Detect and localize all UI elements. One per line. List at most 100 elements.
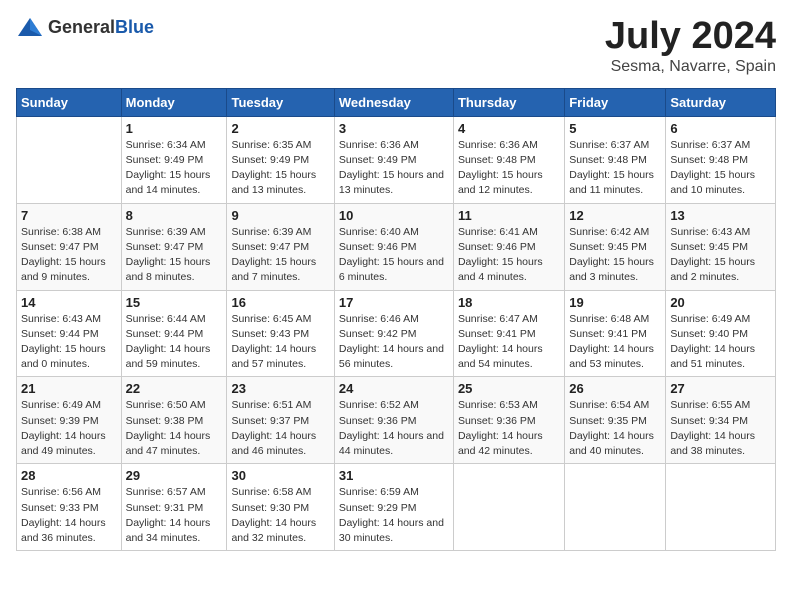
calendar-cell: [565, 464, 666, 551]
day-info: Sunrise: 6:55 AMSunset: 9:34 PMDaylight:…: [670, 398, 771, 459]
calendar-cell: 13 Sunrise: 6:43 AMSunset: 9:45 PMDayligh…: [666, 203, 776, 290]
logo-icon: [16, 16, 44, 38]
day-number: 4: [458, 121, 560, 136]
calendar-cell: 24 Sunrise: 6:52 AMSunset: 9:36 PMDayligh…: [334, 377, 453, 464]
day-info: Sunrise: 6:42 AMSunset: 9:45 PMDaylight:…: [569, 225, 661, 286]
day-number: 23: [231, 381, 329, 396]
calendar-cell: 14 Sunrise: 6:43 AMSunset: 9:44 PMDayligh…: [17, 290, 122, 377]
calendar-cell: 5 Sunrise: 6:37 AMSunset: 9:48 PMDaylight…: [565, 116, 666, 203]
calendar-cell: 28 Sunrise: 6:56 AMSunset: 9:33 PMDayligh…: [17, 464, 122, 551]
day-info: Sunrise: 6:51 AMSunset: 9:37 PMDaylight:…: [231, 398, 329, 459]
calendar-cell: [666, 464, 776, 551]
day-info: Sunrise: 6:36 AMSunset: 9:48 PMDaylight:…: [458, 138, 560, 199]
calendar-cell: 29 Sunrise: 6:57 AMSunset: 9:31 PMDayligh…: [121, 464, 227, 551]
day-info: Sunrise: 6:59 AMSunset: 9:29 PMDaylight:…: [339, 485, 449, 546]
calendar-cell: [453, 464, 564, 551]
day-number: 7: [21, 208, 117, 223]
day-info: Sunrise: 6:37 AMSunset: 9:48 PMDaylight:…: [670, 138, 771, 199]
week-row-4: 21 Sunrise: 6:49 AMSunset: 9:39 PMDayligh…: [17, 377, 776, 464]
calendar-cell: 16 Sunrise: 6:45 AMSunset: 9:43 PMDayligh…: [227, 290, 334, 377]
week-row-5: 28 Sunrise: 6:56 AMSunset: 9:33 PMDayligh…: [17, 464, 776, 551]
page-header: GeneralBlue July 2024 Sesma, Navarre, Sp…: [16, 16, 776, 76]
day-info: Sunrise: 6:50 AMSunset: 9:38 PMDaylight:…: [126, 398, 223, 459]
week-row-1: 1Sunrise: 6:34 AMSunset: 9:49 PMDaylight…: [17, 116, 776, 203]
day-info: Sunrise: 6:43 AMSunset: 9:45 PMDaylight:…: [670, 225, 771, 286]
logo-blue-text: Blue: [115, 17, 154, 37]
calendar-cell: 27 Sunrise: 6:55 AMSunset: 9:34 PMDayligh…: [666, 377, 776, 464]
day-info: Sunrise: 6:38 AMSunset: 9:47 PMDaylight:…: [21, 225, 117, 286]
day-number: 16: [231, 295, 329, 310]
day-number: 3: [339, 121, 449, 136]
title-block: July 2024 Sesma, Navarre, Spain: [605, 16, 776, 76]
day-info: Sunrise: 6:44 AMSunset: 9:44 PMDaylight:…: [126, 312, 223, 373]
day-number: 10: [339, 208, 449, 223]
weekday-header-monday: Monday: [121, 88, 227, 116]
day-number: 15: [126, 295, 223, 310]
day-info: Sunrise: 6:48 AMSunset: 9:41 PMDaylight:…: [569, 312, 661, 373]
day-info: Sunrise: 6:47 AMSunset: 9:41 PMDaylight:…: [458, 312, 560, 373]
calendar-cell: 26Sunrise: 6:54 AMSunset: 9:35 PMDayligh…: [565, 377, 666, 464]
day-info: Sunrise: 6:57 AMSunset: 9:31 PMDaylight:…: [126, 485, 223, 546]
day-info: Sunrise: 6:49 AMSunset: 9:39 PMDaylight:…: [21, 398, 117, 459]
day-number: 28: [21, 468, 117, 483]
day-number: 6: [670, 121, 771, 136]
day-info: Sunrise: 6:56 AMSunset: 9:33 PMDaylight:…: [21, 485, 117, 546]
location-title: Sesma, Navarre, Spain: [605, 58, 776, 76]
month-title: July 2024: [605, 16, 776, 58]
day-info: Sunrise: 6:39 AMSunset: 9:47 PMDaylight:…: [126, 225, 223, 286]
calendar-cell: 7 Sunrise: 6:38 AMSunset: 9:47 PMDaylight…: [17, 203, 122, 290]
day-number: 29: [126, 468, 223, 483]
calendar-cell: 19 Sunrise: 6:48 AMSunset: 9:41 PMDayligh…: [565, 290, 666, 377]
calendar-cell: 21 Sunrise: 6:49 AMSunset: 9:39 PMDayligh…: [17, 377, 122, 464]
day-number: 8: [126, 208, 223, 223]
calendar-table: SundayMondayTuesdayWednesdayThursdayFrid…: [16, 88, 776, 551]
week-row-2: 7 Sunrise: 6:38 AMSunset: 9:47 PMDaylight…: [17, 203, 776, 290]
logo-general-text: General: [48, 17, 115, 37]
calendar-cell: 11 Sunrise: 6:41 AMSunset: 9:46 PMDayligh…: [453, 203, 564, 290]
calendar-cell: 15 Sunrise: 6:44 AMSunset: 9:44 PMDayligh…: [121, 290, 227, 377]
day-number: 18: [458, 295, 560, 310]
calendar-cell: 9Sunrise: 6:39 AMSunset: 9:47 PMDaylight…: [227, 203, 334, 290]
calendar-cell: 23 Sunrise: 6:51 AMSunset: 9:37 PMDayligh…: [227, 377, 334, 464]
day-info: Sunrise: 6:36 AMSunset: 9:49 PMDaylight:…: [339, 138, 449, 199]
day-number: 14: [21, 295, 117, 310]
weekday-header-row: SundayMondayTuesdayWednesdayThursdayFrid…: [17, 88, 776, 116]
day-number: 31: [339, 468, 449, 483]
day-info: Sunrise: 6:58 AMSunset: 9:30 PMDaylight:…: [231, 485, 329, 546]
calendar-cell: 2 Sunrise: 6:35 AMSunset: 9:49 PMDaylight…: [227, 116, 334, 203]
calendar-cell: [17, 116, 122, 203]
day-number: 19: [569, 295, 661, 310]
day-info: Sunrise: 6:43 AMSunset: 9:44 PMDaylight:…: [21, 312, 117, 373]
day-info: Sunrise: 6:45 AMSunset: 9:43 PMDaylight:…: [231, 312, 329, 373]
day-info: Sunrise: 6:41 AMSunset: 9:46 PMDaylight:…: [458, 225, 560, 286]
day-number: 5: [569, 121, 661, 136]
day-number: 20: [670, 295, 771, 310]
calendar-cell: 20Sunrise: 6:49 AMSunset: 9:40 PMDayligh…: [666, 290, 776, 377]
day-number: 27: [670, 381, 771, 396]
calendar-cell: 22 Sunrise: 6:50 AMSunset: 9:38 PMDayligh…: [121, 377, 227, 464]
day-number: 1: [126, 121, 223, 136]
day-number: 30: [231, 468, 329, 483]
day-number: 21: [21, 381, 117, 396]
day-number: 2: [231, 121, 329, 136]
day-info: Sunrise: 6:35 AMSunset: 9:49 PMDaylight:…: [231, 138, 329, 199]
day-info: Sunrise: 6:52 AMSunset: 9:36 PMDaylight:…: [339, 398, 449, 459]
day-info: Sunrise: 6:39 AMSunset: 9:47 PMDaylight:…: [231, 225, 329, 286]
day-info: Sunrise: 6:53 AMSunset: 9:36 PMDaylight:…: [458, 398, 560, 459]
calendar-cell: 12 Sunrise: 6:42 AMSunset: 9:45 PMDayligh…: [565, 203, 666, 290]
calendar-cell: 10Sunrise: 6:40 AMSunset: 9:46 PMDayligh…: [334, 203, 453, 290]
calendar-cell: 18 Sunrise: 6:47 AMSunset: 9:41 PMDayligh…: [453, 290, 564, 377]
week-row-3: 14 Sunrise: 6:43 AMSunset: 9:44 PMDayligh…: [17, 290, 776, 377]
logo: GeneralBlue: [16, 16, 154, 38]
day-number: 24: [339, 381, 449, 396]
day-number: 12: [569, 208, 661, 223]
calendar-cell: 8 Sunrise: 6:39 AMSunset: 9:47 PMDaylight…: [121, 203, 227, 290]
day-number: 11: [458, 208, 560, 223]
calendar-cell: 4 Sunrise: 6:36 AMSunset: 9:48 PMDaylight…: [453, 116, 564, 203]
calendar-cell: 25Sunrise: 6:53 AMSunset: 9:36 PMDayligh…: [453, 377, 564, 464]
day-number: 22: [126, 381, 223, 396]
weekday-header-sunday: Sunday: [17, 88, 122, 116]
day-number: 13: [670, 208, 771, 223]
calendar-body: 1Sunrise: 6:34 AMSunset: 9:49 PMDaylight…: [17, 116, 776, 550]
day-info: Sunrise: 6:37 AMSunset: 9:48 PMDaylight:…: [569, 138, 661, 199]
